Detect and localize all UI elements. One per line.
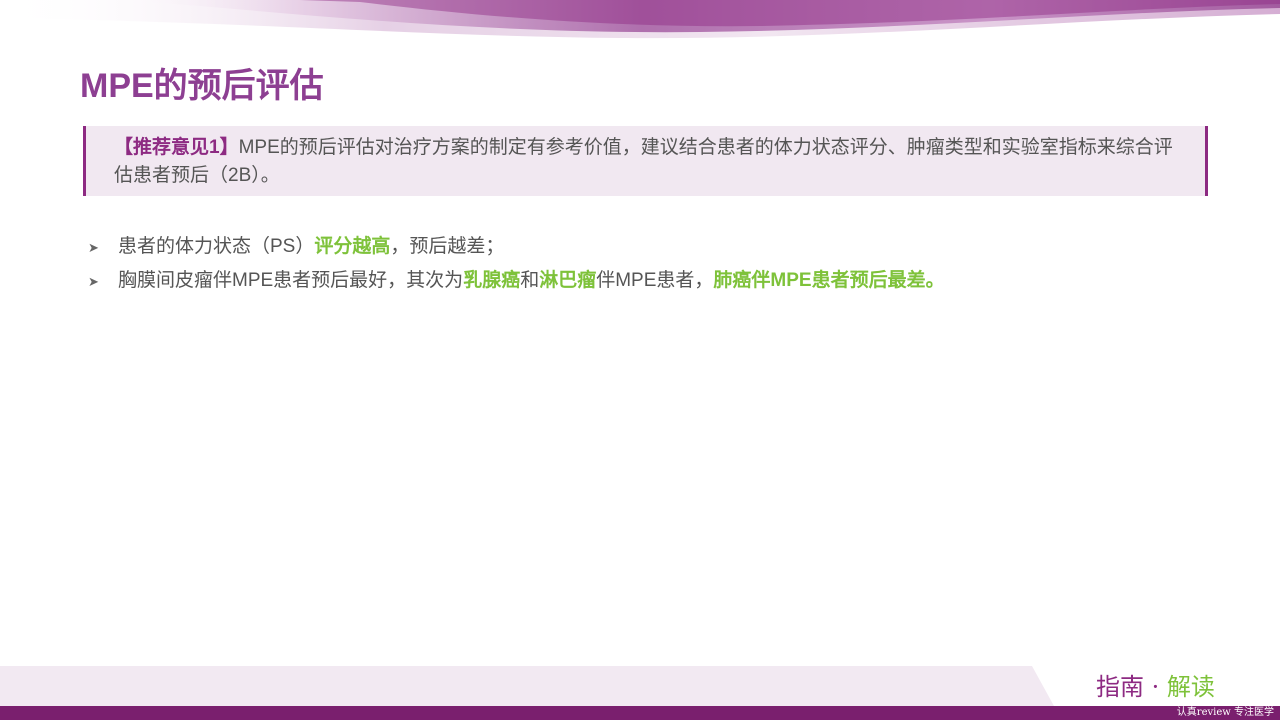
bullet-text: 患者的体力状态（PS）	[118, 236, 315, 257]
bullet-text: 和	[520, 270, 540, 291]
bullet-highlight: 评分越高	[314, 236, 391, 257]
recommendation-text: 【推荐意见1】MPE的预后评估对治疗方案的制定有参考价值，建议结合患者的体力状态…	[114, 134, 1179, 190]
recommendation-body: MPE的预后评估对治疗方案的制定有参考价值，建议结合患者的体力状态评分、肿瘤类型…	[114, 137, 1173, 186]
top-ribbon-decoration	[0, 0, 1280, 39]
bullet-item: ➤ 胸膜间皮瘤伴MPE患者预后最好，其次为乳腺癌和淋巴瘤伴MPE患者，肺癌伴MPE…	[88, 264, 1238, 298]
footer-logo-guide: 指南	[1096, 673, 1144, 701]
bullet-highlight: 乳腺癌	[463, 270, 521, 291]
bullet-text: 胸膜间皮瘤伴MPE患者预后最好，其次为	[118, 270, 464, 291]
bullet-highlight: 肺癌伴MPE患者预后最差。	[713, 270, 945, 291]
recommendation-box: 【推荐意见1】MPE的预后评估对治疗方案的制定有参考价值，建议结合患者的体力状态…	[83, 126, 1208, 196]
footer-logo-interpret: 解读	[1166, 673, 1215, 701]
footer-logo: 指南 · 解读	[1096, 667, 1215, 702]
arrow-bullet-icon: ➤	[88, 274, 99, 289]
recommendation-tag: 【推荐意见1】	[114, 137, 239, 158]
watermark-text: 认真review 专注医学	[1176, 707, 1274, 718]
bullet-text: ，预后越差；	[390, 236, 505, 257]
arrow-bullet-icon: ➤	[88, 240, 99, 255]
bullet-item: ➤ 患者的体力状态（PS）评分越高，预后越差；	[88, 230, 1238, 264]
bullet-highlight: 淋巴瘤	[539, 270, 597, 291]
slide-title: MPE的预后评估	[80, 67, 324, 105]
bullet-list: ➤ 患者的体力状态（PS）评分越高，预后越差； ➤ 胸膜间皮瘤伴MPE患者预后最好，…	[88, 230, 1238, 298]
bullet-text: 伴MPE患者，	[596, 270, 714, 291]
footer-logo-dot: ·	[1144, 673, 1167, 701]
footer-bar	[0, 706, 1280, 720]
